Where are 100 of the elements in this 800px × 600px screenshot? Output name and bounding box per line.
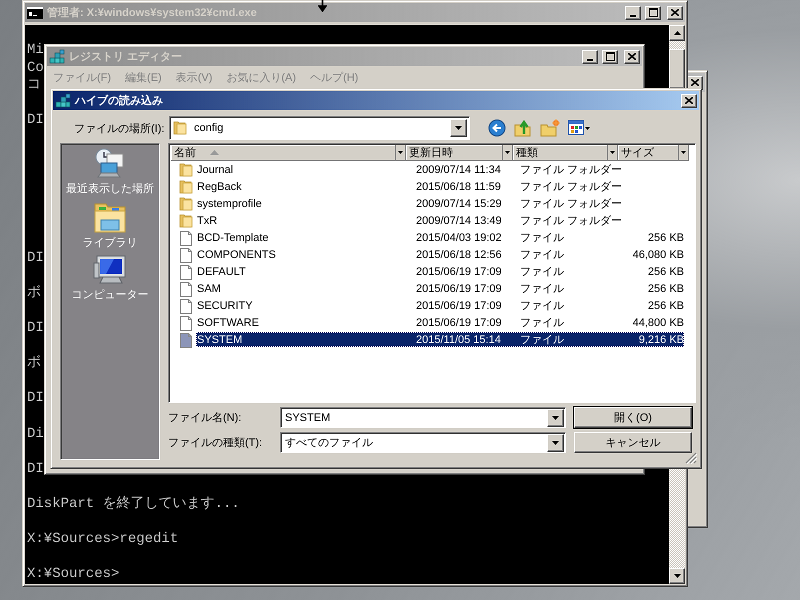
file-icon <box>178 280 194 296</box>
place-label[interactable]: 最近表示した場所 <box>66 181 154 196</box>
file-row[interactable]: COMPONENTS 2015/06/18 12:56 ファイル 46,080 KB <box>196 247 684 262</box>
console-line: X:¥Sources> <box>27 566 120 584</box>
file-type: ファイル フォルダー <box>519 197 621 211</box>
window-title: レジストリ エディター <box>69 50 182 64</box>
cubes-icon <box>55 92 71 108</box>
column-header[interactable]: サイズ <box>618 145 689 161</box>
computer-icon <box>93 254 127 286</box>
file-size: 46,080 KB <box>632 248 684 260</box>
file-row[interactable]: RegBack 2015/06/18 11:59 ファイル フォルダー <box>196 179 684 194</box>
modified-date: 2015/11/05 15:14 <box>415 334 502 346</box>
file-type: ファイル フォルダー <box>519 163 621 177</box>
scroll-thumb[interactable] <box>669 49 685 89</box>
file-row[interactable]: systemprofile 2009/07/14 15:29 ファイル フォルダー <box>196 196 684 211</box>
file-row[interactable]: SAM 2015/06/19 17:09 ファイル 256 KB <box>196 281 684 296</box>
console-line: ボ <box>27 284 41 302</box>
min-button[interactable] <box>582 50 598 64</box>
modified-date: 2015/06/19 17:09 <box>415 316 503 328</box>
up-folder-icon <box>514 119 532 137</box>
file-icon <box>178 298 194 314</box>
sort-arrow-icon <box>210 150 219 155</box>
min-button[interactable] <box>625 6 641 20</box>
file-row[interactable]: DEFAULT 2015/06/19 17:09 ファイル 256 KB <box>196 264 684 279</box>
dialog-button[interactable]: 開く(O) <box>574 407 692 428</box>
close-icon <box>671 9 679 16</box>
modified-date: 2015/06/19 17:09 <box>415 266 503 278</box>
column-header[interactable]: 更新日時 <box>406 145 513 161</box>
modified-date: 2015/06/19 17:09 <box>415 300 503 312</box>
max-button[interactable] <box>602 50 618 64</box>
console-line: X:¥Sources>regedit <box>27 531 178 549</box>
resize-grip-icon <box>685 452 697 464</box>
file-name: SYSTEM <box>197 334 244 346</box>
column-menu-button[interactable] <box>395 145 405 160</box>
column-header[interactable]: 種類 <box>513 145 618 161</box>
close-button[interactable] <box>667 6 683 20</box>
close-button[interactable] <box>681 94 697 108</box>
minimize-icon <box>587 58 593 60</box>
file-name: DEFAULT <box>197 266 247 278</box>
file-row[interactable]: SYSTEM 2015/11/05 15:14 ファイル 9,216 KB <box>196 332 684 347</box>
file-icon <box>178 332 194 348</box>
modified-date: 2009/07/14 15:29 <box>415 198 503 210</box>
max-button[interactable] <box>645 6 661 20</box>
file-row[interactable]: BCD-Template 2015/04/03 19:02 ファイル 256 KB <box>196 230 684 245</box>
file-name: systemprofile <box>197 198 263 210</box>
close-icon <box>628 53 636 60</box>
location-dropdown[interactable]: config <box>169 116 470 140</box>
back-button[interactable] <box>488 119 506 137</box>
close-icon <box>685 97 693 104</box>
console-icon <box>27 6 43 18</box>
minimize-icon <box>630 14 636 16</box>
folder-icon <box>178 178 194 194</box>
file-name-field[interactable]: SYSTEM <box>280 407 566 428</box>
file-type-dropdown[interactable]: すべてのファイル <box>280 432 566 453</box>
file-row[interactable]: SECURITY 2015/06/19 17:09 ファイル 256 KB <box>196 298 684 313</box>
dropdown-arrow-icon <box>610 151 615 154</box>
column-header[interactable]: 名前 <box>171 145 406 161</box>
maximize-icon <box>648 8 658 17</box>
dropdown-button[interactable] <box>450 119 467 137</box>
console-line: Di <box>27 426 44 444</box>
console-line: DI <box>27 320 44 338</box>
view-menu-button[interactable] <box>568 120 590 136</box>
file-row[interactable]: Journal 2009/07/14 11:34 ファイル フォルダー <box>196 162 684 177</box>
column-menu-button[interactable] <box>607 145 617 160</box>
file-row[interactable]: TxR 2009/07/14 13:49 ファイル フォルダー <box>196 213 684 228</box>
file-type-label: ファイルの種類(T): <box>168 436 264 450</box>
dropdown-button[interactable] <box>547 408 564 426</box>
console-line: DiskPart を終了しています... <box>27 496 240 514</box>
column-menu-button[interactable] <box>678 145 688 160</box>
place-label[interactable]: ライブラリ <box>82 235 138 250</box>
console-line: DI <box>27 460 44 478</box>
up-arrow-icon <box>674 31 680 35</box>
modified-date: 2015/06/19 17:09 <box>415 282 503 294</box>
dropdown-arrow-icon <box>505 151 510 154</box>
file-type: ファイル <box>519 282 565 296</box>
file-type: ファイル <box>519 231 565 245</box>
dialog-button[interactable]: キャンセル <box>574 432 692 453</box>
modified-date: 2015/06/18 12:56 <box>415 248 503 260</box>
cubes-icon <box>49 48 65 64</box>
column-menu-button[interactable] <box>502 145 512 160</box>
file-type: ファイル <box>519 299 565 313</box>
dropdown-button[interactable] <box>547 434 564 452</box>
modified-date: 2009/07/14 13:49 <box>415 214 503 226</box>
file-name: RegBack <box>197 180 243 192</box>
console-line: Mi <box>27 42 44 60</box>
close-button[interactable] <box>624 50 640 64</box>
console-line: DI <box>27 112 44 130</box>
file-row[interactable]: SOFTWARE 2015/06/19 17:09 ファイル 44,800 KB <box>196 315 684 330</box>
file-type: ファイル <box>519 265 565 279</box>
scroll-up-button[interactable] <box>669 25 685 41</box>
console-line: Co <box>27 60 44 78</box>
dropdown-arrow-icon <box>398 151 403 154</box>
file-type: ファイル <box>519 316 565 330</box>
file-name-label: ファイル名(N): <box>168 411 242 425</box>
file-name: SOFTWARE <box>197 316 260 328</box>
file-name: BCD-Template <box>197 232 270 244</box>
file-name: SAM <box>197 282 222 294</box>
place-label[interactable]: コンピューター <box>72 287 148 302</box>
file-type: ファイル フォルダー <box>519 214 621 228</box>
scroll-down-button[interactable] <box>669 568 685 584</box>
